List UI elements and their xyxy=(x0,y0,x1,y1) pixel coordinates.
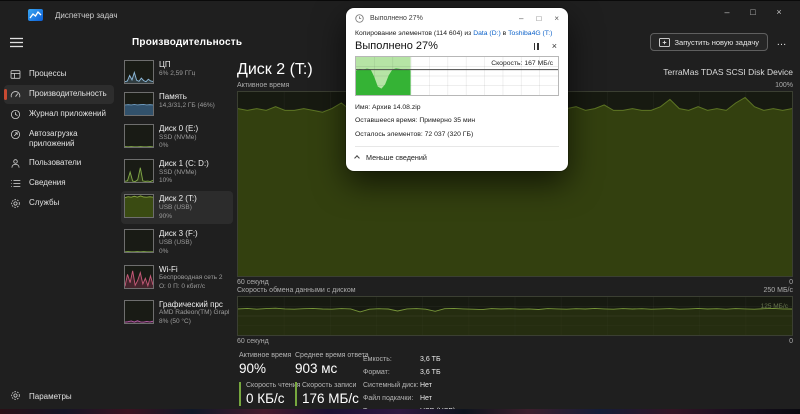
active-time-chart-max: 100% xyxy=(775,82,793,89)
list-item-disk2[interactable]: Диск 2 (T:)USB (USB)90% xyxy=(121,191,233,224)
progress-clock-icon xyxy=(355,14,364,23)
active-time-stat-value: 90% xyxy=(239,361,300,376)
gear-icon xyxy=(10,390,21,403)
sidebar-item-label: Пользователи xyxy=(29,158,81,168)
dialog-titlebar: Выполнено 27% – □ × xyxy=(346,8,568,29)
list-item-disk1[interactable]: Диск 1 (C: D:)SSD (NVMe)10% xyxy=(121,156,233,189)
history-clock-icon xyxy=(10,109,21,120)
dialog-close-button[interactable]: × xyxy=(554,14,559,23)
window-minimize-button[interactable]: – xyxy=(714,3,740,21)
sidebar-item-label: Производительность xyxy=(29,89,107,99)
active-time-chart-timespan: 60 секунд xyxy=(237,279,269,286)
response-time-label: Среднее время ответа xyxy=(295,352,369,359)
window-maximize-button[interactable]: □ xyxy=(740,3,766,21)
disk1-mini-chart xyxy=(124,159,154,183)
list-item-cpu[interactable]: ЦП6% 2,59 ГГц xyxy=(121,57,233,87)
dialog-minimize-button[interactable]: – xyxy=(519,14,523,23)
transfer-chart-label: Скорость обмена данными с диском xyxy=(237,287,356,294)
sidebar-item-processes[interactable]: Процессы xyxy=(4,65,114,84)
desktop-strip xyxy=(0,409,800,414)
read-speed-value: 0 КБ/с xyxy=(246,391,300,406)
transfer-rate-chart[interactable]: 125 МБ/с xyxy=(237,296,793,336)
task-manager-app-icon xyxy=(28,9,43,21)
device-name: TerraMas TDAS SCSI Disk Device xyxy=(663,67,793,79)
disk3-mini-chart xyxy=(124,229,154,253)
window-title: Диспетчер задач xyxy=(55,11,118,20)
disk0-mini-chart xyxy=(124,124,154,148)
detail-title: Диск 2 (T:) xyxy=(237,61,313,79)
list-item-disk3[interactable]: Диск 3 (F:)USB (USB)0% xyxy=(121,226,233,259)
speed-label: Скорость: 167 МБ/с xyxy=(491,60,553,67)
cancel-copy-button[interactable]: × xyxy=(552,41,557,51)
chevron-up-icon xyxy=(354,155,360,161)
disk2-mini-chart xyxy=(124,194,154,218)
dialog-title: Выполнено 27% xyxy=(370,15,423,22)
read-speed-label: Скорость чтения xyxy=(246,382,300,389)
processes-icon xyxy=(10,69,21,80)
gpu-mini-chart xyxy=(124,300,154,324)
copy-speed-chart: Скорость: 167 МБ/с xyxy=(355,56,559,96)
sidebar-item-services[interactable]: Службы xyxy=(4,194,114,213)
sidebar-item-label: Автозагрузка приложений xyxy=(29,129,101,149)
transfer-chart-max: 250 МБ/с xyxy=(764,287,794,294)
copy-progress-dialog: Выполнено 27% – □ × Копирование элементо… xyxy=(346,8,568,171)
sidebar-item-app-history[interactable]: Журнал приложений xyxy=(4,105,114,124)
wifi-mini-chart xyxy=(124,265,154,289)
transfer-chart-timespan: 60 секунд xyxy=(237,338,269,345)
active-time-stat-label: Активное время xyxy=(239,352,300,359)
source-drive-link[interactable]: Data (D:) xyxy=(473,30,501,37)
cpu-mini-chart xyxy=(124,60,154,84)
sidebar: Процессы Производительность Журнал прило… xyxy=(0,29,118,409)
run-new-task-button[interactable]: Запустить новую задачу xyxy=(650,33,768,51)
transfer-chart-mid-label: 125 МБ/с xyxy=(761,303,788,310)
services-gear-icon xyxy=(10,198,21,209)
page-title: Производительность xyxy=(132,37,242,48)
sidebar-item-details[interactable]: Сведения xyxy=(4,174,114,193)
startup-icon xyxy=(10,129,21,140)
items-remaining-line: Осталось элементов: 72 037 (320 ГБ) xyxy=(355,128,559,141)
list-item-wifi[interactable]: Wi-FiБеспроводная сеть 2О: 0 П: 0 кбит/с xyxy=(121,262,233,295)
sidebar-item-label: Службы xyxy=(29,198,59,208)
list-item-disk0[interactable]: Диск 0 (E:)SSD (NVMe)0% xyxy=(121,121,233,154)
performance-device-list: ЦП6% 2,59 ГГц Память14,3/31,2 ГБ (46%) Д… xyxy=(118,57,236,409)
sidebar-item-users[interactable]: Пользователи xyxy=(4,154,114,173)
disk-info-table: Емкость:3,6 ТБ Формат:3,6 ТБ Системный д… xyxy=(363,353,455,414)
destination-drive-link[interactable]: Toshiba4G (T:) xyxy=(508,30,552,37)
progress-heading: Выполнено 27% xyxy=(355,40,438,52)
active-time-chart-label: Активное время xyxy=(237,82,289,89)
list-item-memory[interactable]: Память14,3/31,2 ГБ (46%) xyxy=(121,89,233,119)
hamburger-menu-icon[interactable] xyxy=(10,35,23,53)
active-time-chart-zero: 0 xyxy=(789,279,793,286)
settings-label: Параметры xyxy=(29,392,72,401)
pause-button[interactable] xyxy=(534,42,539,50)
users-icon xyxy=(10,158,21,169)
dialog-maximize-button[interactable]: □ xyxy=(536,14,541,23)
settings-entry[interactable]: Параметры xyxy=(10,390,72,403)
window-close-button[interactable]: × xyxy=(766,3,792,21)
performance-icon xyxy=(10,89,21,100)
less-details-label: Меньше сведений xyxy=(366,153,427,162)
new-task-icon xyxy=(659,38,670,47)
less-details-toggle[interactable]: Меньше сведений xyxy=(346,147,568,171)
list-item-gpu[interactable]: Графический прсAMD Radeon(TM) Grapl8% (5… xyxy=(121,297,233,330)
write-speed-label: Скорость записи xyxy=(302,382,369,389)
sidebar-item-label: Сведения xyxy=(29,178,66,188)
time-remaining-line: Оставшееся время: Примерно 35 мин xyxy=(355,114,559,127)
run-new-task-label: Запустить новую задачу xyxy=(675,38,759,47)
copy-description: Копирование элементов (114 604) из Data … xyxy=(355,30,559,37)
response-time-value: 903 мс xyxy=(295,361,369,376)
sidebar-item-label: Журнал приложений xyxy=(29,109,106,119)
memory-mini-chart xyxy=(124,92,154,116)
disk-stats: Активное время 90% Скорость чтения 0 КБ/… xyxy=(237,352,793,414)
write-speed-value: 176 МБ/с xyxy=(302,391,369,406)
transfer-chart-zero: 0 xyxy=(789,338,793,345)
sidebar-item-startup-apps[interactable]: Автозагрузка приложений xyxy=(4,125,114,153)
details-list-icon xyxy=(10,178,21,189)
more-options-button[interactable]: … xyxy=(772,37,792,48)
file-name-line: Имя: Архив 14.08.zip xyxy=(355,101,559,114)
sidebar-item-label: Процессы xyxy=(29,69,66,79)
sidebar-item-performance[interactable]: Производительность xyxy=(4,85,114,104)
